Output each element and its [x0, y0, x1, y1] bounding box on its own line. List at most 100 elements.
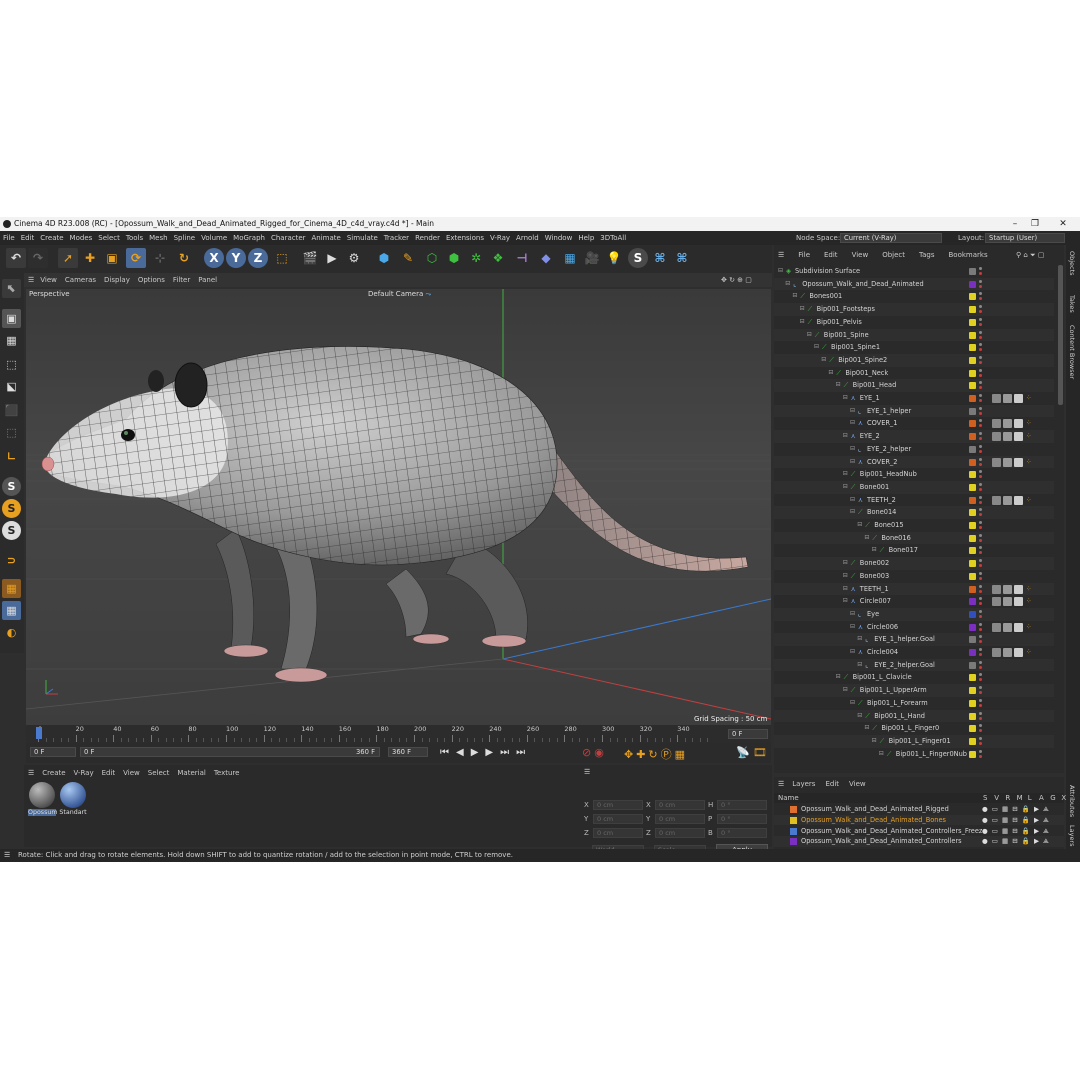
expand-toggle-icon[interactable]: ⊟ — [850, 417, 855, 430]
coord-field[interactable]: 0 ° — [717, 828, 767, 838]
visibility-dots-icon[interactable] — [979, 355, 982, 365]
expand-toggle-icon[interactable]: ⊟ — [843, 595, 848, 608]
expand-toggle-icon[interactable]: ⊟ — [785, 278, 790, 291]
viewport-hamburger-icon[interactable]: ☰ — [28, 273, 34, 287]
layer-toggle-icons[interactable]: ●▭▦⊟🔒▶⟁ — [982, 815, 1053, 826]
tag-dots-icon[interactable]: ⁘ — [1026, 621, 1032, 634]
layer-color-swatch[interactable] — [969, 483, 976, 491]
material-menu-select[interactable]: Select — [148, 769, 170, 777]
expand-toggle-icon[interactable]: ⊟ — [843, 468, 848, 481]
transform-tool-icon[interactable]: ⊹ — [150, 248, 170, 268]
expand-toggle-icon[interactable]: ⊟ — [864, 532, 869, 545]
material-menu-material[interactable]: Material — [177, 769, 205, 777]
visibility-dots-icon[interactable] — [979, 660, 982, 670]
visibility-dots-icon[interactable] — [979, 432, 982, 441]
visibility-dots-icon[interactable] — [979, 394, 982, 403]
menu-tools[interactable]: Tools — [123, 231, 146, 245]
layer-color-swatch[interactable] — [969, 382, 976, 390]
material-swatch[interactable]: Standart — [59, 781, 87, 821]
tag-dots-icon[interactable]: ⁘ — [1026, 430, 1032, 443]
undo-icon[interactable]: ↶ — [6, 248, 26, 268]
expand-toggle-icon[interactable]: ⊟ — [836, 379, 841, 392]
visibility-dots-icon[interactable] — [979, 686, 982, 695]
object-menu-bookmarks[interactable]: Bookmarks — [949, 249, 988, 262]
object-row[interactable]: ⊟ ⟋ Bip001_L_Finger01 — [774, 734, 1054, 748]
expand-toggle-icon[interactable]: ⊟ — [872, 735, 877, 748]
visibility-dots-icon[interactable] — [979, 457, 982, 467]
model-mode-icon[interactable]: ⬉ — [2, 279, 21, 298]
material-tag-icon[interactable] — [1003, 622, 1012, 632]
visibility-dots-icon[interactable] — [979, 495, 982, 505]
python-icon[interactable]: ⌘ — [650, 248, 670, 268]
coord-field[interactable]: 0 cm — [593, 800, 643, 810]
object-menu-view[interactable]: View — [852, 249, 869, 262]
x-axis-icon[interactable]: X — [204, 248, 224, 268]
expand-toggle-icon[interactable]: ⊟ — [843, 481, 848, 494]
layer-color-swatch[interactable] — [969, 610, 976, 618]
expand-toggle-icon[interactable]: ⊟ — [800, 316, 805, 329]
scale-tool-icon[interactable]: ▣ — [102, 248, 122, 268]
object-row[interactable]: ⊟ ⟋ Bip001_Spine2 — [774, 353, 1054, 367]
viewport-menu-cameras[interactable]: Cameras — [65, 273, 96, 287]
object-row[interactable]: ⊟ ◈ Subdivision Surface — [774, 265, 1054, 278]
object-row[interactable]: ⊟ ⌞ EYE_2_helper.Goal — [774, 658, 1054, 672]
menu-simulate[interactable]: Simulate — [344, 231, 381, 245]
visibility-dots-icon[interactable] — [979, 584, 982, 594]
visibility-dots-icon[interactable] — [979, 546, 982, 555]
viewport-menu-filter[interactable]: Filter — [173, 273, 190, 287]
layer-color-swatch[interactable] — [790, 816, 797, 824]
select-tool-icon[interactable]: ➚ — [58, 248, 78, 268]
expand-toggle-icon[interactable]: ⊟ — [843, 684, 848, 697]
visibility-dots-icon[interactable] — [979, 622, 982, 632]
layer-row[interactable]: Opossum_Walk_and_Dead_Animated_Controlle… — [774, 826, 1064, 837]
material-tag-icon[interactable] — [992, 457, 1001, 467]
layer-color-swatch[interactable] — [969, 623, 976, 631]
object-row[interactable]: ⊟ ⋏ TEETH_1 ⁘ — [774, 582, 1054, 596]
material-tag-icon[interactable] — [1014, 622, 1023, 632]
material-tag-icon[interactable] — [1003, 457, 1012, 467]
object-row[interactable]: ⊟ ⟋ Bip001_L_Forearm — [774, 697, 1054, 710]
material-tag-icon[interactable] — [1003, 495, 1012, 505]
menu-file[interactable]: File — [0, 231, 18, 245]
material-tag-icon[interactable] — [992, 495, 1001, 505]
expand-toggle-icon[interactable]: ⊟ — [828, 367, 833, 380]
expand-toggle-icon[interactable]: ⊟ — [850, 456, 855, 469]
visibility-dots-icon[interactable] — [979, 444, 982, 454]
material-tag-icon[interactable] — [992, 419, 1001, 429]
object-manager-tools-icons[interactable]: ⚲ ⌂ ⏷ ▢ — [1016, 249, 1044, 262]
material-tag-icon[interactable] — [1003, 648, 1012, 657]
material-tag-icon[interactable] — [1003, 419, 1012, 429]
object-menu-tags[interactable]: Tags — [919, 249, 935, 262]
expand-toggle-icon[interactable]: ⊟ — [850, 621, 855, 634]
transport-controls[interactable]: ⏮◀▶▶⏭⏭ — [440, 747, 532, 758]
object-row[interactable]: ⊟ ⌞ Eye — [774, 607, 1054, 621]
layer-color-swatch[interactable] — [969, 395, 976, 402]
object-row[interactable]: ⊟ ⟋ Bones001 — [774, 290, 1054, 303]
object-row[interactable]: ⊟ ⋏ TEETH_2 ⁘ — [774, 494, 1054, 507]
layout-dropdown[interactable]: Startup (User) — [985, 233, 1065, 243]
material-swatch[interactable]: Opossum — [28, 781, 58, 821]
material-tag-icon[interactable] — [992, 648, 1001, 657]
visibility-dots-icon[interactable] — [979, 330, 982, 340]
layer-row[interactable]: Opossum_Walk_and_Dead_Animated_Bones ●▭▦⊟… — [774, 814, 1064, 826]
expand-toggle-icon[interactable]: ⊟ — [857, 519, 862, 532]
layer-color-swatch[interactable] — [969, 344, 976, 352]
layer-color-swatch[interactable] — [969, 598, 976, 606]
layer-color-swatch[interactable] — [969, 268, 976, 275]
object-menu-file[interactable]: File — [798, 249, 810, 262]
close-button[interactable]: ✕ — [1050, 217, 1076, 231]
visibility-dots-icon[interactable] — [979, 521, 982, 530]
timeline-ruler[interactable]: 0204060801001201401601802002202402602803… — [26, 725, 771, 743]
layer-color-swatch[interactable] — [969, 369, 976, 377]
workplane-icon[interactable]: ▦ — [2, 579, 21, 598]
layer-toggle-icons[interactable]: ●▭▦⊟🔒▶⟁ — [982, 836, 1053, 847]
tag-dots-icon[interactable]: ⁘ — [1026, 583, 1032, 596]
3d-viewport[interactable]: Perspective Default Camera ⤳ Grid Spacin… — [26, 289, 771, 725]
move-tool-icon[interactable]: ✚ — [80, 248, 100, 268]
menu-character[interactable]: Character — [268, 231, 309, 245]
expand-toggle-icon[interactable]: ⊟ — [879, 748, 884, 761]
material-tag-icon[interactable] — [1014, 419, 1023, 429]
menu-mograph[interactable]: MoGraph — [230, 231, 268, 245]
visibility-dots-icon[interactable] — [979, 698, 982, 708]
visibility-dots-icon[interactable] — [979, 343, 982, 352]
